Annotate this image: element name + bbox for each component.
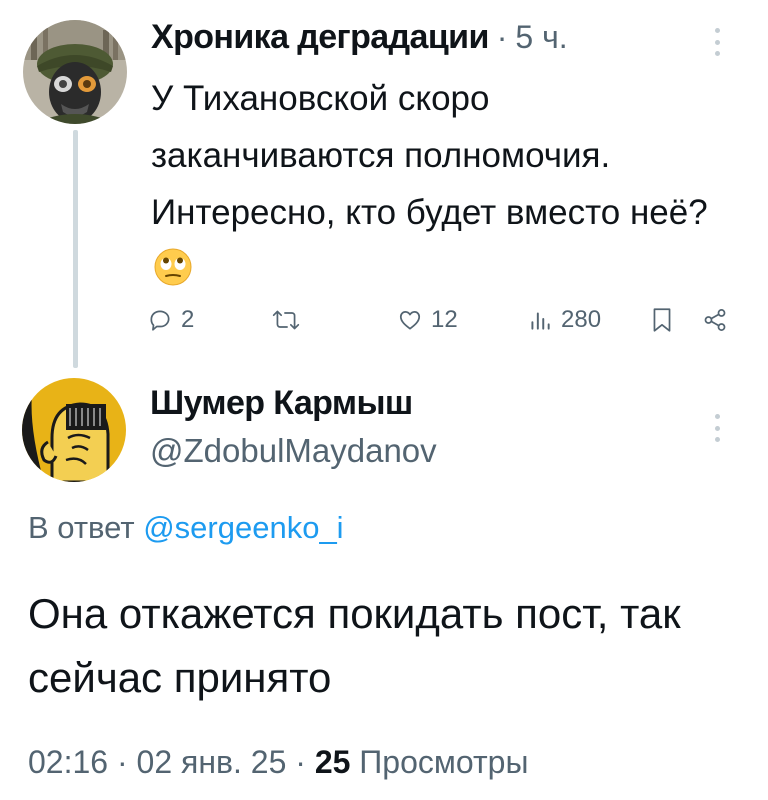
heart-icon — [399, 311, 421, 330]
views-label[interactable]: Просмотры — [359, 744, 528, 780]
avatar[interactable] — [23, 20, 127, 124]
avatar[interactable] — [22, 378, 126, 482]
tweet-date[interactable]: 02 янв. 25 — [137, 744, 287, 780]
views-button[interactable]: 280 — [527, 296, 601, 344]
thread-line — [73, 130, 78, 368]
share-button[interactable] — [701, 296, 729, 344]
tweet-text-content: У Тихановской скоро заканчиваются полном… — [151, 79, 708, 232]
tweet-actions: 2 12 280 — [147, 296, 737, 344]
bookmark-button[interactable] — [649, 296, 675, 344]
retweet-button[interactable] — [271, 296, 309, 344]
reply-icon — [150, 310, 170, 331]
separator-dot: · — [496, 19, 508, 55]
reply-prefix: В ответ — [28, 510, 135, 545]
soldier-avatar-image — [23, 20, 127, 124]
reply-count: 2 — [181, 306, 195, 333]
views-count[interactable]: 25 — [315, 744, 351, 780]
bookmark-icon — [653, 308, 671, 332]
tweet-text: У Тихановской скоро заканчиваются полном… — [151, 70, 741, 304]
author-name[interactable]: Хроника деградации — [151, 18, 489, 57]
tweet-time[interactable]: 02:16 — [28, 744, 108, 780]
more-options-icon[interactable] — [710, 408, 724, 448]
views-count: 280 — [561, 306, 602, 333]
reply-mention-link[interactable]: @sergeenko_i — [143, 510, 343, 545]
separator-dot: · — [295, 744, 306, 780]
reply-context: В ответ @sergeenko_i — [28, 510, 344, 546]
like-button[interactable]: 12 — [397, 296, 458, 344]
retweet-icon — [272, 310, 300, 330]
tweet-meta: 02:16 · 02 янв. 25 · 25 Просмотры — [28, 744, 528, 781]
share-icon — [704, 309, 726, 331]
profile-avatar-image — [22, 378, 126, 482]
parent-tweet[interactable]: Хроника деградации · 5 ч. У Тихановской … — [0, 0, 768, 372]
views-chart-icon — [531, 312, 550, 330]
tweet-text: Она откажется покидать пост, так сейчас … — [28, 590, 681, 701]
tweet-time[interactable]: 5 ч. — [515, 19, 567, 56]
separator-dot: · — [116, 744, 128, 780]
reply-button[interactable]: 2 — [147, 296, 194, 344]
like-count: 12 — [431, 306, 458, 333]
author-name[interactable]: Шумер Кармыш — [150, 384, 413, 423]
tweet-header: Хроника деградации · 5 ч. — [151, 18, 568, 68]
more-options-icon[interactable] — [710, 22, 724, 62]
author-handle[interactable]: @ZdobulMaydanov — [150, 432, 437, 470]
